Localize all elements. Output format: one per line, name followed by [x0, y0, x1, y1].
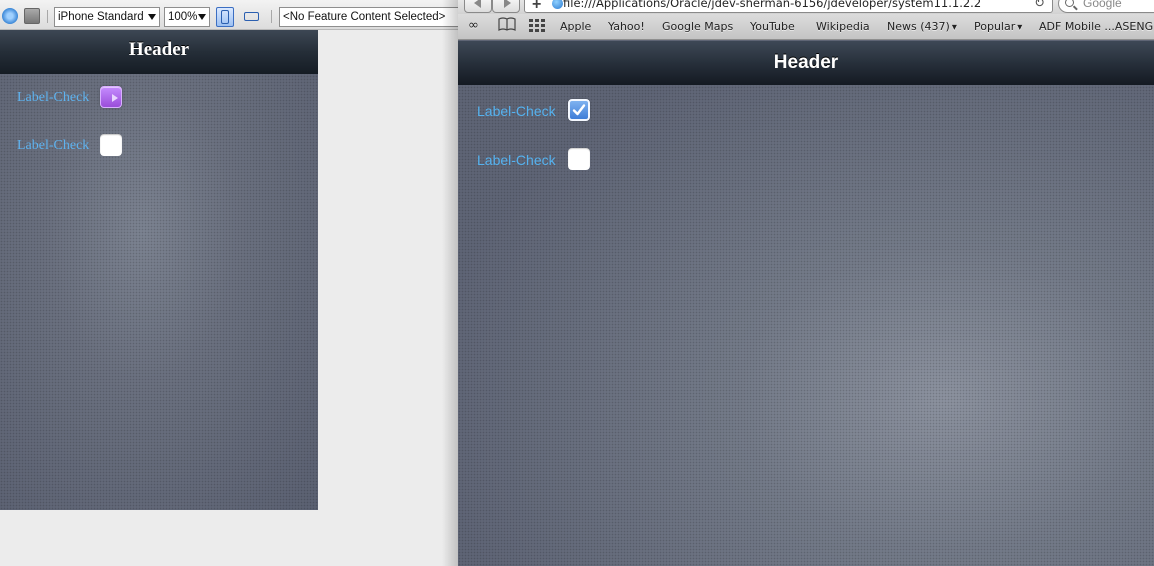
back-arrow-icon [474, 0, 481, 8]
reading-list-icon[interactable]: ∞ [468, 18, 479, 33]
forward-button[interactable] [492, 0, 520, 13]
toggle-knob-icon [112, 94, 118, 102]
chevron-down-icon [148, 14, 156, 20]
checkbox-label: Label-Check [477, 103, 556, 119]
chevron-down-icon [198, 14, 206, 20]
safari-browser-window: file:///Applications/Oracle/jdev-sherman… [442, 0, 1154, 566]
feature-select-value: <No Feature Content Selected> [283, 11, 446, 23]
page-header: Header [458, 41, 1154, 85]
web-page-content: Header Label-Check Label-Check [458, 41, 1154, 566]
phone-landscape-icon [244, 12, 259, 21]
checkbox-label: Label-Check [477, 152, 556, 168]
preview-toolbar: iPhone Standard 100% <No Feature Content… [0, 0, 464, 30]
device-select-value: iPhone Standard [58, 11, 144, 23]
bookmarks-bar: ∞ Apple Yahoo! Google Maps YouTube Wikip… [458, 14, 1154, 40]
search-placeholder: Google [1083, 0, 1122, 10]
feature-select[interactable]: <No Feature Content Selected> [279, 7, 464, 27]
zoom-select-value: 100% [168, 11, 198, 23]
checkbox-label: Label-Check [17, 138, 90, 153]
top-sites-grid-icon[interactable] [529, 19, 545, 36]
browser-toolbar: file:///Applications/Oracle/jdev-sherman… [458, 0, 1154, 14]
device-select[interactable]: iPhone Standard [54, 7, 160, 27]
checkbox-unchecked[interactable] [100, 134, 122, 156]
bookmark-apple[interactable]: Apple [560, 20, 591, 33]
checkbox-checked[interactable] [568, 99, 590, 121]
search-icon [1065, 0, 1074, 7]
bookmark-yahoo[interactable]: Yahoo! [608, 20, 645, 33]
add-bookmark-icon[interactable]: + [532, 0, 541, 14]
zoom-select[interactable]: 100% [164, 7, 210, 27]
address-text: file:///Applications/Oracle/jdev-sherman… [563, 0, 982, 10]
landscape-orientation-button[interactable] [242, 7, 260, 27]
globe-icon [552, 0, 563, 9]
bookmark-popular-menu[interactable]: Popular [974, 20, 1022, 33]
device-preview-screen: Header Label-Check Label-Check [0, 30, 318, 510]
bookmark-news-menu[interactable]: News (437) [887, 20, 957, 33]
bookmarks-book-icon[interactable] [498, 17, 516, 34]
checkmark-icon [572, 104, 586, 116]
address-bar[interactable]: file:///Applications/Oracle/jdev-sherman… [524, 0, 1053, 13]
bookmark-google-maps[interactable]: Google Maps [662, 20, 733, 33]
toolbar-separator [47, 10, 48, 23]
jdeveloper-preview-pane: iPhone Standard 100% <No Feature Content… [0, 0, 464, 566]
back-button[interactable] [464, 0, 492, 13]
reload-icon[interactable]: ↻ [1034, 0, 1045, 12]
checkbox-label: Label-Check [17, 90, 90, 105]
bookmark-adf-mobile[interactable]: ADF Mobile ...ASENG [1039, 20, 1153, 33]
bookmark-youtube[interactable]: YouTube [750, 20, 795, 33]
refresh-icon[interactable] [2, 8, 18, 24]
bookmark-wikipedia[interactable]: Wikipedia [816, 20, 870, 33]
forward-arrow-icon [504, 0, 511, 8]
stop-icon[interactable] [24, 8, 40, 24]
toolbar-separator [271, 10, 272, 23]
checkbox-checked[interactable] [100, 86, 122, 108]
phone-portrait-icon [221, 10, 229, 24]
search-input[interactable]: Google [1058, 0, 1154, 13]
portrait-orientation-button[interactable] [216, 7, 234, 27]
checkbox-unchecked[interactable] [568, 148, 590, 170]
page-header: Header [0, 30, 318, 74]
